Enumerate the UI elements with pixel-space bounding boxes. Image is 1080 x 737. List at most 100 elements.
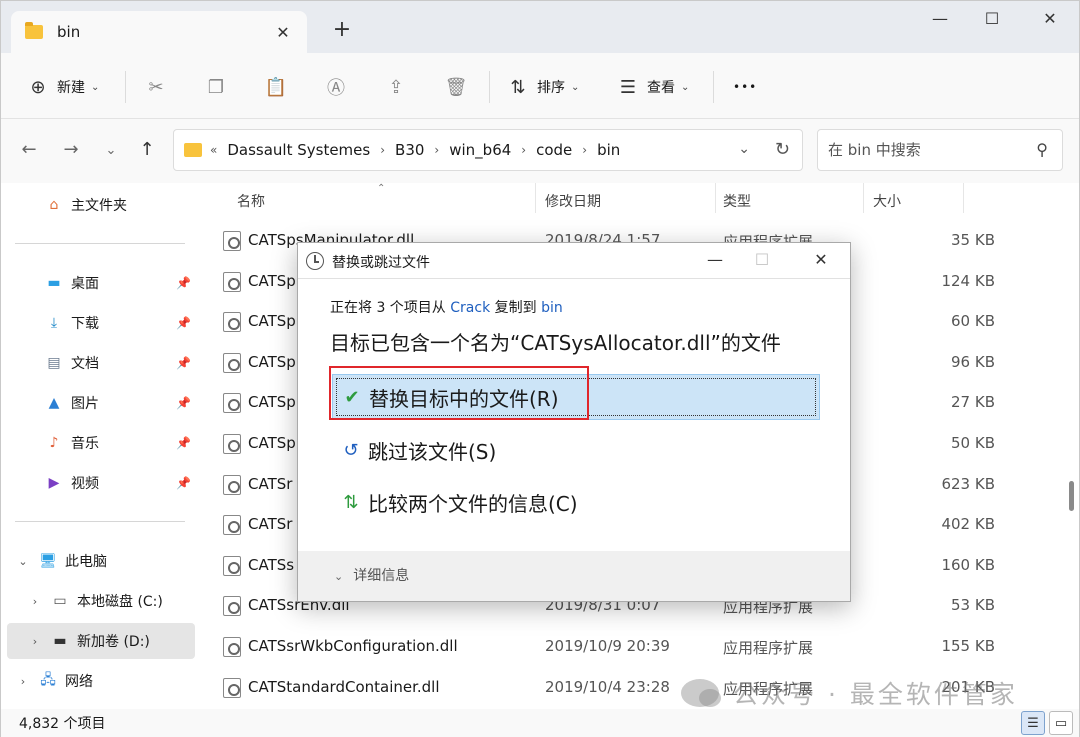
cut-button[interactable]: ✂ [145,73,167,101]
skip-icon: ↺ [343,439,359,461]
address-dropdown-icon[interactable]: ⌄ [738,141,750,157]
source-folder-link[interactable]: Crack [450,300,490,316]
rename-button[interactable]: Ⓐ [325,73,347,101]
pin-icon[interactable]: 📌 [176,276,191,290]
recent-locations-button[interactable]: ⌄ [99,143,123,158]
breadcrumb-segment[interactable]: code [536,141,572,159]
scissors-icon: ✂ [148,76,164,98]
breadcrumb-segment[interactable]: win_b64 [449,141,511,159]
close-tab-icon[interactable]: ✕ [273,23,293,42]
back-button[interactable]: ← [17,139,41,160]
collapse-chevron-icon[interactable]: › [27,635,43,648]
share-button[interactable]: ⇪ [385,73,407,101]
dialog-maximize-button: ☐ [754,250,770,269]
sidebar-item-home[interactable]: ⌂ 主文件夹 [1,187,197,223]
details-view-button[interactable]: ☰ [1021,711,1045,735]
expand-chevron-icon[interactable]: ⌄ [15,555,31,568]
pin-icon[interactable]: 📌 [176,476,191,490]
copy-button[interactable]: ❐ [205,73,227,101]
dll-file-icon [223,596,241,617]
dll-file-icon [223,474,241,495]
file-size: 96 KB [951,352,995,371]
tab-bin[interactable]: bin ✕ [11,11,307,53]
more-options-button[interactable]: ••• [733,73,757,101]
breadcrumb-chevron-icon: › [380,143,386,157]
copy-progress-text: 正在将 3 个项目从 Crack 复制到 bin [330,300,563,316]
collapse-chevron-icon[interactable]: › [15,675,31,688]
sidebar-item-documents[interactable]: ▤ 文档 📌 [1,345,197,381]
pin-icon[interactable]: 📌 [176,316,191,330]
vertical-scrollbar[interactable] [1065,183,1079,709]
destination-folder-link[interactable]: bin [541,300,563,316]
breadcrumb-segment[interactable]: bin [597,141,620,159]
paste-button[interactable]: 📋 [265,73,287,101]
file-row[interactable]: CATSsrWkbConfiguration.dll 2019/10/9 20:3… [221,627,995,667]
file-size: 155 KB [941,637,995,655]
file-date: 2019/10/4 23:28 [545,677,670,696]
compare-files-option[interactable]: ⇅ 比较两个文件的信息(C) [332,479,820,525]
pin-icon[interactable]: 📌 [176,436,191,450]
file-explorer-window: bin ✕ + — ☐ ✕ ⊕ 新建 ⌄ ✂ ❐ 📋 Ⓐ ⇪ 🗑 ⇅ 排序 ⌄ … [0,0,1080,737]
dll-file-icon [223,555,241,576]
dialog-minimize-button[interactable]: — [703,250,727,269]
view-button[interactable]: ☰ 查看 ⌄ [617,73,689,101]
new-button[interactable]: ⊕ 新建 ⌄ [27,73,99,101]
trash-icon: 🗑 [444,76,468,98]
chevron-down-icon: ⌄ [334,570,344,583]
watermark: 公众号 · 最全软件管家 [681,675,1018,711]
search-input[interactable] [818,130,1018,170]
file-size: 50 KB [951,434,995,452]
scrollbar-thumb[interactable] [1069,481,1074,511]
dialog-footer: ⌄ 详细信息 [298,551,850,601]
file-size: 160 KB [941,555,995,574]
breadcrumb-segment[interactable]: B30 [395,141,424,159]
navigation-bar: ← → ⌄ ↑ « Dassault Systemes › B30 › win_… [1,119,1079,183]
clipboard-icon: 📋 [264,76,288,98]
sidebar-item-videos[interactable]: ▶ 视频 📌 [1,465,197,501]
pin-icon[interactable]: 📌 [176,356,191,370]
file-name: CATSp [248,271,296,290]
file-name: CATSp [248,312,296,331]
sidebar-item-desktop[interactable]: ▬ 桌面 📌 [1,265,197,301]
sidebar-item-drive-d[interactable]: › ▬ 新加卷 (D:) [7,623,195,659]
pin-icon[interactable]: 📌 [176,396,191,410]
folder-icon [184,143,202,157]
column-header-date[interactable]: 修改日期 [545,183,601,219]
compare-icon: ⇅ [343,491,359,513]
skip-file-option[interactable]: ↺ 跳过该文件(S) [332,427,820,473]
column-header-size[interactable]: 大小 [873,183,901,219]
search-box[interactable]: ⚲ [817,129,1063,171]
close-window-button[interactable]: ✕ [1035,9,1065,28]
file-name: CATSr [248,474,293,493]
tiles-view-button[interactable]: ▭ [1049,711,1073,735]
file-size: 124 KB [941,271,995,290]
plus-circle-icon: ⊕ [30,76,46,98]
breadcrumb-segment[interactable]: Dassault Systemes [227,141,370,159]
sidebar-item-drive-c[interactable]: › ▭ 本地磁盘 (C:) [1,583,197,619]
delete-button[interactable]: 🗑 [444,73,468,101]
sort-button[interactable]: ⇅ 排序 ⌄ [507,73,579,101]
minimize-button[interactable]: — [925,9,955,28]
file-size: 60 KB [951,312,995,331]
more-details-toggle[interactable]: ⌄ 详细信息 [334,565,409,585]
column-header-name[interactable]: 名称 [237,183,265,219]
annotation-highlight-box [329,366,589,420]
sidebar-item-downloads[interactable]: ⤓ 下载 📌 [1,305,197,341]
new-tab-button[interactable]: + [331,19,353,41]
dialog-close-button[interactable]: ✕ [809,250,833,269]
list-view-icon: ☰ [619,76,637,98]
conflict-message: 目标已包含一个名为“CATSysAllocator.dll”的文件 [330,331,781,355]
collapse-chevron-icon[interactable]: › [27,595,43,608]
chevron-down-icon: ⌄ [681,81,690,93]
sidebar-item-network[interactable]: › 🖧 网络 [1,663,197,699]
maximize-button[interactable]: ☐ [977,9,1007,28]
column-header-type[interactable]: 类型 [723,183,751,219]
up-button[interactable]: ↑ [135,139,159,160]
forward-button[interactable]: → [59,139,83,160]
sidebar-item-pictures[interactable]: ▲ 图片 📌 [1,385,197,421]
sidebar-item-this-pc[interactable]: ⌄ 🖥 此电脑 [1,543,197,579]
address-bar[interactable]: « Dassault Systemes › B30 › win_b64 › co… [173,129,803,171]
refresh-icon[interactable]: ↻ [775,139,790,160]
drive-icon: ▬ [53,633,67,649]
sidebar-item-music[interactable]: ♪ 音乐 📌 [1,425,197,461]
